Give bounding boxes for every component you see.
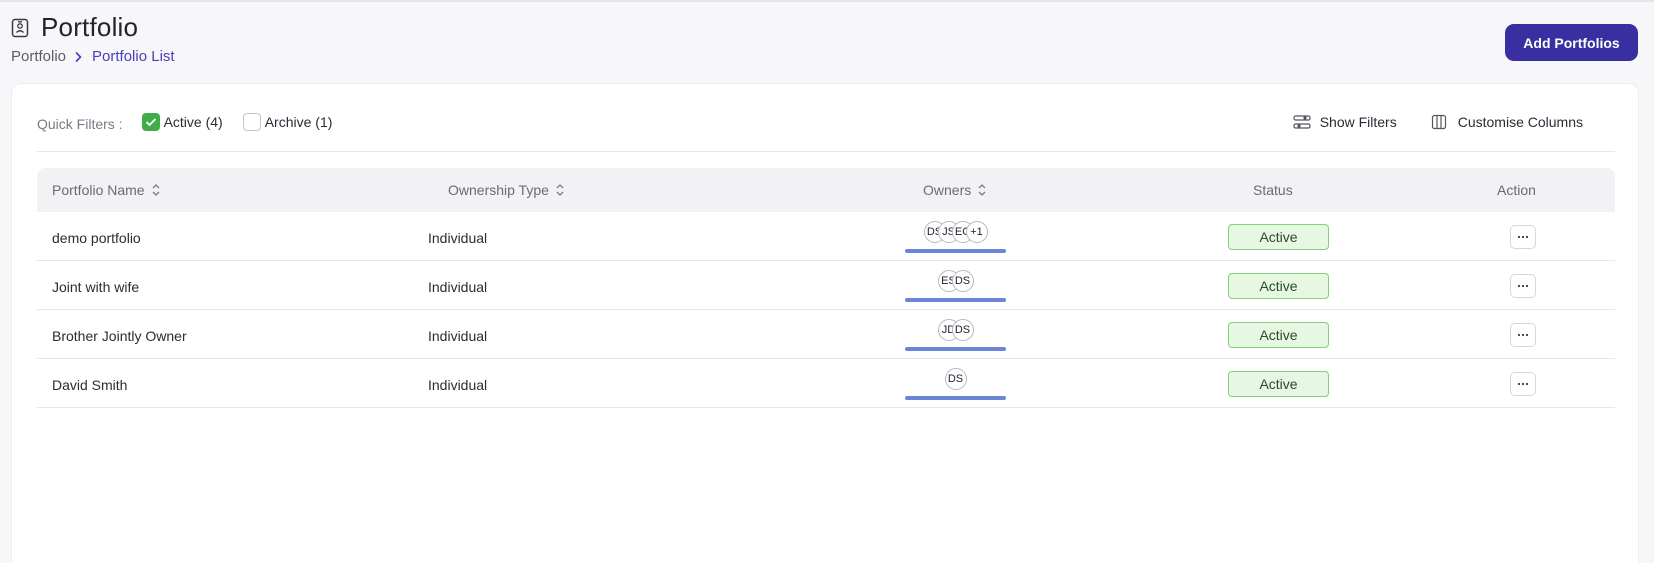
- breadcrumb-current: Portfolio List: [92, 48, 175, 65]
- table-row[interactable]: Brother Jointly Owner Individual JD DS Ac…: [37, 310, 1615, 359]
- more-horizontal-icon: [1517, 333, 1529, 337]
- ownership-type-cell: Individual: [428, 328, 488, 344]
- owner-avatar[interactable]: +1: [965, 221, 988, 243]
- sort-updown-icon: [151, 183, 161, 197]
- status-badge: Active: [1228, 224, 1329, 250]
- top-divider: [0, 0, 1654, 2]
- owner-avatar[interactable]: DS: [944, 368, 967, 390]
- quick-filters-label: Quick Filters :: [37, 116, 123, 132]
- portfolio-name-cell[interactable]: Brother Jointly Owner: [52, 328, 187, 344]
- show-filters-button[interactable]: Show Filters: [1293, 114, 1397, 130]
- column-header-owners[interactable]: Owners: [923, 182, 987, 198]
- column-label: Ownership Type: [448, 182, 549, 198]
- row-action-button[interactable]: [1510, 372, 1536, 396]
- table-row[interactable]: demo portfolio Individual DS JS EC +1 Activ…: [37, 212, 1615, 261]
- show-filters-label: Show Filters: [1319, 114, 1397, 130]
- status-badge: Active: [1228, 371, 1329, 397]
- more-horizontal-icon: [1517, 382, 1529, 386]
- archive-filter-checkbox[interactable]: Archive (1): [242, 113, 333, 131]
- column-header-ownership-type[interactable]: Ownership Type: [448, 182, 565, 198]
- column-header-status: Status: [1253, 182, 1293, 198]
- column-label: Portfolio Name: [52, 182, 145, 198]
- owners-progress-bar: [905, 298, 1006, 302]
- more-horizontal-icon: [1517, 235, 1529, 239]
- portfolio-list-card: Quick Filters : Active (4) Archive (1) S…: [11, 83, 1639, 563]
- status-badge: Active: [1228, 322, 1329, 348]
- add-portfolios-button[interactable]: Add Portfolios: [1505, 24, 1638, 61]
- owners-progress-bar: [905, 249, 1006, 253]
- customise-columns-button[interactable]: Customise Columns: [1431, 114, 1583, 130]
- portfolio-table: Portfolio Name Ownership Type Owners Sta…: [37, 168, 1615, 408]
- more-horizontal-icon: [1517, 284, 1529, 288]
- owner-avatars: DS: [905, 368, 1006, 390]
- sort-updown-icon: [555, 183, 565, 197]
- row-action-button[interactable]: [1510, 274, 1536, 298]
- page-header: Portfolio: [11, 12, 138, 43]
- breadcrumb: Portfolio Portfolio List: [11, 48, 175, 65]
- checkbox-checked-icon: [141, 113, 160, 131]
- table-row[interactable]: David Smith Individual DS Active: [37, 359, 1615, 408]
- portfolio-name-cell[interactable]: David Smith: [52, 377, 127, 393]
- owners-progress-bar: [905, 347, 1006, 351]
- customise-columns-label: Customise Columns: [1457, 114, 1583, 130]
- owner-avatars: ES DS: [905, 270, 1006, 292]
- table-body: demo portfolio Individual DS JS EC +1 Activ…: [37, 212, 1615, 408]
- status-badge: Active: [1228, 273, 1329, 299]
- active-filter-label: Active (4): [163, 114, 223, 130]
- ownership-type-cell: Individual: [428, 279, 488, 295]
- archive-filter-label: Archive (1): [264, 114, 333, 130]
- filter-sliders-icon: [1293, 114, 1311, 130]
- owners-cell: JD DS: [905, 319, 1006, 351]
- column-header-portfolio-name[interactable]: Portfolio Name: [52, 182, 161, 198]
- owner-avatar[interactable]: DS: [951, 319, 974, 341]
- columns-icon: [1431, 114, 1449, 130]
- owner-avatars: DS JS EC +1: [905, 221, 1006, 243]
- page-title: Portfolio: [41, 12, 139, 42]
- portfolio-name-cell[interactable]: demo portfolio: [52, 230, 141, 246]
- owners-cell: DS: [905, 368, 1006, 400]
- filters-bar: Quick Filters : Active (4) Archive (1) S…: [37, 108, 1615, 152]
- ownership-type-cell: Individual: [428, 377, 488, 393]
- column-header-action: Action: [1497, 182, 1536, 198]
- table-row[interactable]: Joint with wife Individual ES DS Active: [37, 261, 1615, 310]
- chevron-right-icon: [74, 51, 84, 63]
- portfolio-name-cell[interactable]: Joint with wife: [52, 279, 139, 295]
- table-tools: Show Filters Customise Columns: [1293, 114, 1615, 130]
- table-header: Portfolio Name Ownership Type Owners Sta…: [37, 168, 1615, 212]
- column-label: Owners: [923, 182, 972, 198]
- owner-avatars: JD DS: [905, 319, 1006, 341]
- owners-progress-bar: [905, 396, 1006, 400]
- row-action-button[interactable]: [1510, 323, 1536, 347]
- owners-cell: DS JS EC +1: [905, 221, 1006, 253]
- active-filter-checkbox[interactable]: Active (4): [141, 113, 223, 131]
- sort-updown-icon: [977, 183, 987, 197]
- checkbox-unchecked-icon: [242, 113, 261, 131]
- breadcrumb-root-link[interactable]: Portfolio: [11, 48, 66, 65]
- row-action-button[interactable]: [1510, 225, 1536, 249]
- portfolio-id-icon: [11, 18, 29, 38]
- ownership-type-cell: Individual: [428, 230, 488, 246]
- owners-cell: ES DS: [905, 270, 1006, 302]
- owner-avatar[interactable]: DS: [951, 270, 974, 292]
